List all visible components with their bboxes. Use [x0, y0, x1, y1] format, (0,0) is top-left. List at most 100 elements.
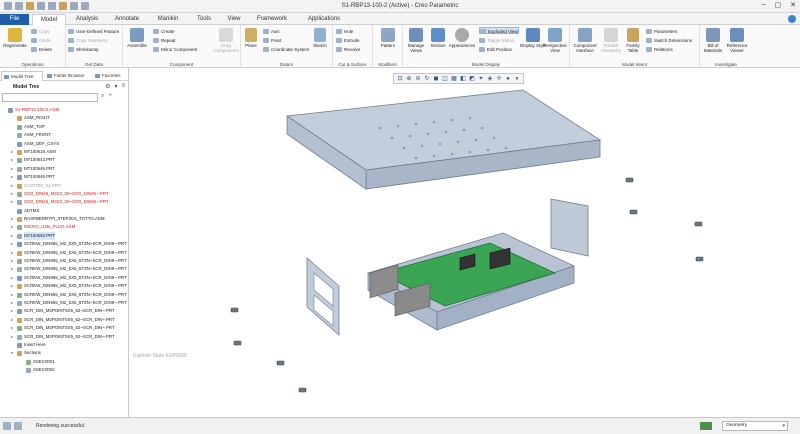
tree-columns-icon[interactable]: ≡: [121, 83, 125, 90]
tree-item[interactable]: ▸ SCR_DIN_M2POINT5X5_52~SCR_DIN~.PRT: [0, 316, 129, 324]
expand-chevron-icon[interactable]: ▸: [11, 333, 13, 341]
tree-item[interactable]: ▸ SCR_DIN_M2POINT5X5_52~SCR_DIN~.PRT: [0, 324, 129, 332]
expand-chevron-icon[interactable]: ▸: [11, 265, 13, 273]
parameters-button[interactable]: Parameters: [646, 28, 677, 35]
tree-search-icon[interactable]: ⌕: [101, 93, 104, 100]
tab-favorites[interactable]: Favorites: [93, 71, 127, 81]
expand-chevron-icon[interactable]: ▸: [11, 307, 13, 315]
tree-item[interactable]: ▸ SCREW_DIN965_M2_5X5_5TZN~SCR_DIN9~.PRT: [0, 249, 129, 257]
expand-chevron-icon[interactable]: ▸: [11, 249, 13, 257]
expand-chevron-icon[interactable]: ▸: [11, 215, 13, 223]
expand-chevron-icon[interactable]: ▸: [11, 182, 13, 190]
bill-of-materials-button[interactable]: Bill of Materials: [700, 28, 726, 53]
browser-toggle-icon[interactable]: [14, 422, 22, 430]
tree-item[interactable]: ASM_DEF_CSYS: [0, 140, 129, 148]
tree-item[interactable]: ▸ SCREW_DIN965_M2_5X5_5TZN~SCR_DIN9~.PRT: [0, 257, 129, 265]
tree-item[interactable]: ▸ SCREW_DIN965_M2_5X5_5TZN~SCR_DIN9~.PRT: [0, 291, 129, 299]
tree-item[interactable]: Insert Here: [0, 341, 129, 349]
tab-folder-browser[interactable]: Folder Browser: [45, 71, 91, 81]
tree-item[interactable]: ▸ MT100645.PRT: [0, 165, 129, 173]
copy-geometry-button[interactable]: Copy Geometry: [68, 37, 108, 44]
extrude-button[interactable]: Extrude: [336, 37, 360, 44]
tree-add-icon[interactable]: +: [108, 93, 112, 100]
sketch-button[interactable]: Sketch: [309, 28, 331, 48]
tree-item[interactable]: ▸ MT100646.PRT: [0, 173, 129, 181]
tree-item[interactable]: ▸ MT100643.PRT: [0, 156, 129, 164]
expand-chevron-icon[interactable]: ▸: [11, 282, 13, 290]
tab-file[interactable]: File: [0, 14, 29, 25]
revolve-button[interactable]: Revolve: [336, 46, 360, 53]
expand-chevron-icon[interactable]: ▸: [11, 232, 13, 240]
tree-item[interactable]: ASM_FRONT: [0, 131, 129, 139]
axis-button[interactable]: Axis: [263, 28, 280, 35]
tree-item[interactable]: ▸ RASPBERRYPI_3TEP3C6_TOTTO.ASM: [0, 215, 129, 223]
publish-geometry-button[interactable]: Publish Geometry: [598, 28, 624, 53]
tab-tools[interactable]: Tools: [191, 14, 217, 25]
help-icon[interactable]: [788, 15, 796, 23]
plane-button[interactable]: Plane: [241, 28, 261, 48]
tree-item[interactable]: XSEC0002: [0, 366, 129, 374]
tree-item[interactable]: ADTMS: [0, 207, 129, 215]
switch-dimensions-button[interactable]: Switch Dimensions: [646, 37, 692, 44]
tree-item[interactable]: ▸ SCR_DIN_M2POINT5X5_52~SCR_DIN~.PRT: [0, 333, 129, 341]
delete-button[interactable]: Delete: [31, 46, 52, 53]
tab-analysis[interactable]: Analysis: [70, 14, 104, 25]
mirror-component-button[interactable]: Mirror Component: [153, 46, 197, 53]
tree-item[interactable]: ▸ SCREW_DIN965_M2_5X5_5TZN~SCR_DIN9~.PRT: [0, 240, 129, 248]
tree-item[interactable]: ▸ MT100652.PRT: [0, 231, 129, 241]
tree-item[interactable]: ▸ SCR_DIN65_M3X3_55~SCR_DIN65~.PRT: [0, 190, 129, 198]
expand-chevron-icon[interactable]: ▸: [11, 257, 13, 265]
tab-annotate[interactable]: Annotate: [108, 14, 146, 25]
point-button[interactable]: Point: [263, 37, 281, 44]
relations-button[interactable]: Relations: [646, 46, 673, 53]
selection-filter-select[interactable]: Geometry: [722, 421, 788, 431]
expand-chevron-icon[interactable]: ▸: [11, 240, 13, 248]
maximize-icon[interactable]: ▢: [775, 1, 782, 9]
expand-chevron-icon[interactable]: ▸: [11, 165, 13, 173]
drag-components-button[interactable]: Drag Components: [213, 28, 239, 53]
tab-model[interactable]: Model: [32, 14, 66, 25]
reference-viewer-button[interactable]: Reference Viewer: [724, 28, 750, 53]
close-icon[interactable]: ✕: [790, 1, 796, 9]
edit-position-button[interactable]: Edit Position: [479, 46, 512, 53]
expand-chevron-icon[interactable]: ▸: [11, 291, 13, 299]
tab-manikin[interactable]: Manikin: [149, 14, 187, 25]
toggle-status-button[interactable]: Toggle Status: [479, 37, 514, 44]
tree-item[interactable]: ▸ SCREW_DIN965_M2_5X5_5TZN~SCR_DIN9~.PRT: [0, 282, 129, 290]
tab-model-tree[interactable]: Model Tree: [1, 71, 43, 81]
expand-chevron-icon[interactable]: ▸: [11, 316, 13, 324]
expand-chevron-icon[interactable]: ▾: [11, 349, 13, 357]
expand-chevron-icon[interactable]: ▸: [11, 223, 13, 231]
regenerate-button[interactable]: Regenerate: [2, 28, 28, 48]
expand-chevron-icon[interactable]: ▸: [11, 299, 13, 307]
expand-chevron-icon[interactable]: ▸: [11, 198, 13, 206]
navigator-toggle-icon[interactable]: [3, 422, 11, 430]
coordinate-system-button[interactable]: Coordinate System: [263, 46, 309, 53]
tree-item[interactable]: ▸ SCREW_DIN965_M2_5X5_5TZN~SCR_DIN9~.PRT: [0, 265, 129, 273]
exploded-view-button[interactable]: Exploded View: [479, 27, 519, 34]
shrinkwrap-button[interactable]: Shrinkwrap: [68, 46, 99, 53]
tree-filter-icon[interactable]: ▾: [114, 83, 117, 90]
tree-item[interactable]: ▸ SCREW_DIN965_M2_5X5_5TZN~SCR_DIN9~.PRT: [0, 299, 129, 307]
graphics-window[interactable]: ⊡ ⊕ ⊖ ↻ ◼ ◫ ▦ ◧ ◩ ✦ ◈ ✛ ● ⏸ Explode Stat…: [130, 68, 800, 417]
expand-chevron-icon[interactable]: ▸: [11, 190, 13, 198]
tree-settings-icon[interactable]: ⚙: [105, 83, 110, 90]
tab-framework[interactable]: Framework: [250, 14, 294, 25]
repeat-button[interactable]: Repeat: [153, 37, 176, 44]
pattern-button[interactable]: Pattern: [375, 28, 401, 48]
tree-item[interactable]: ASM_RIGHT: [0, 114, 129, 122]
minimize-icon[interactable]: –: [762, 1, 766, 9]
tree-item[interactable]: ▸ SCR_DIN_M2POINT5X5_52~SCR_DIN~.PRT: [0, 307, 129, 315]
tree-item[interactable]: ▸ CUSTOM_S1.PRT: [0, 182, 129, 190]
tab-applications[interactable]: Applications: [300, 14, 348, 25]
create-button[interactable]: Create: [153, 28, 175, 35]
expand-chevron-icon[interactable]: ▸: [11, 148, 13, 156]
expand-chevron-icon[interactable]: ▸: [11, 324, 13, 332]
component-interface-button[interactable]: Component Interface: [572, 28, 598, 53]
perspective-view-button[interactable]: Perspective View: [542, 28, 568, 53]
tree-item[interactable]: ▸ SCR_DIN65_M3X3_55~SCR_DIN65~.PRT: [0, 198, 129, 206]
tree-item[interactable]: S1-RBP13-100-2.ASM: [0, 106, 129, 114]
tab-view[interactable]: View: [221, 14, 247, 25]
tree-item[interactable]: XSEC0001: [0, 358, 129, 366]
expand-chevron-icon[interactable]: ▸: [11, 274, 13, 282]
